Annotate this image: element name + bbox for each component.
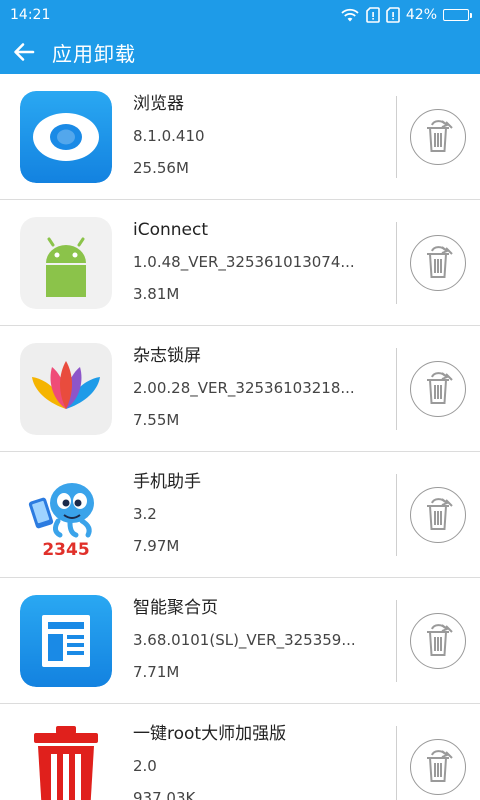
app-size: 25.56M bbox=[133, 159, 189, 177]
app-version: 8.1.0.410 bbox=[133, 127, 205, 145]
lotus-icon bbox=[20, 343, 112, 435]
app-version: 1.0.48_VER_325361013074... bbox=[133, 253, 355, 271]
arrow-left-icon bbox=[14, 43, 35, 61]
divider bbox=[396, 96, 397, 178]
list-item: 智能聚合页 3.68.0101(SL)_VER_325359... 7.71M bbox=[0, 578, 480, 704]
app-size: 7.55M bbox=[133, 411, 180, 429]
status-bar: 14:21 42% bbox=[0, 0, 480, 30]
divider bbox=[396, 348, 397, 430]
status-time: 14:21 bbox=[10, 7, 51, 23]
octopus-2345-icon: 2345 bbox=[20, 469, 112, 561]
trash-uninstall-icon bbox=[427, 372, 453, 404]
sim1-icon bbox=[366, 7, 380, 23]
app-name: 一键root大师加强版 bbox=[133, 724, 287, 744]
app-size: 3.81M bbox=[133, 285, 180, 303]
back-button[interactable] bbox=[10, 38, 38, 66]
app-name: 浏览器 bbox=[133, 94, 184, 114]
app-name: 智能聚合页 bbox=[133, 598, 218, 618]
app-size: 937.03K bbox=[133, 789, 196, 800]
status-icons: 42% bbox=[340, 7, 472, 23]
divider bbox=[396, 600, 397, 682]
trash-uninstall-icon bbox=[427, 750, 453, 782]
uninstall-button[interactable] bbox=[410, 109, 466, 165]
sim2-icon bbox=[386, 7, 400, 23]
uninstall-button[interactable] bbox=[410, 361, 466, 417]
uninstall-button[interactable] bbox=[410, 235, 466, 291]
news-page-icon bbox=[20, 595, 112, 687]
uninstall-button[interactable] bbox=[410, 739, 466, 795]
list-item: 2345 手机助手 3.2 7.97M bbox=[0, 452, 480, 578]
browser-icon bbox=[20, 91, 112, 183]
uninstall-button[interactable] bbox=[410, 613, 466, 669]
app-version: 2.0 bbox=[133, 757, 157, 775]
app-bar: 应用卸载 bbox=[0, 30, 480, 74]
list-item: 一键root大师加强版 2.0 937.03K bbox=[0, 704, 480, 800]
app-version: 2.00.28_VER_32536103218... bbox=[133, 379, 355, 397]
trash-uninstall-icon bbox=[427, 120, 453, 152]
icon-label-2345: 2345 bbox=[42, 540, 89, 560]
app-size: 7.97M bbox=[133, 537, 180, 555]
trash-uninstall-icon bbox=[427, 498, 453, 530]
divider bbox=[396, 222, 397, 304]
trash-uninstall-icon bbox=[427, 624, 453, 656]
list-item: 浏览器 8.1.0.410 25.56M bbox=[0, 74, 480, 200]
app-size: 7.71M bbox=[133, 663, 180, 681]
trash-uninstall-icon bbox=[427, 246, 453, 278]
app-name: 杂志锁屏 bbox=[133, 346, 201, 366]
app-list: 浏览器 8.1.0.410 25.56M iConnect 1.0.48_VER… bbox=[0, 74, 480, 800]
red-trash-icon bbox=[20, 721, 112, 800]
battery-percent: 42% bbox=[405, 7, 437, 23]
page-title: 应用卸载 bbox=[52, 41, 136, 66]
battery-icon bbox=[443, 9, 472, 21]
app-name: iConnect bbox=[133, 220, 209, 240]
list-item: iConnect 1.0.48_VER_325361013074... 3.81… bbox=[0, 200, 480, 326]
uninstall-button[interactable] bbox=[410, 487, 466, 543]
divider bbox=[396, 474, 397, 556]
android-icon bbox=[20, 217, 112, 309]
app-name: 手机助手 bbox=[133, 472, 201, 492]
divider bbox=[396, 726, 397, 800]
wifi-icon bbox=[340, 7, 360, 23]
list-item: 杂志锁屏 2.00.28_VER_32536103218... 7.55M bbox=[0, 326, 480, 452]
app-version: 3.2 bbox=[133, 505, 157, 523]
app-version: 3.68.0101(SL)_VER_325359... bbox=[133, 631, 356, 649]
